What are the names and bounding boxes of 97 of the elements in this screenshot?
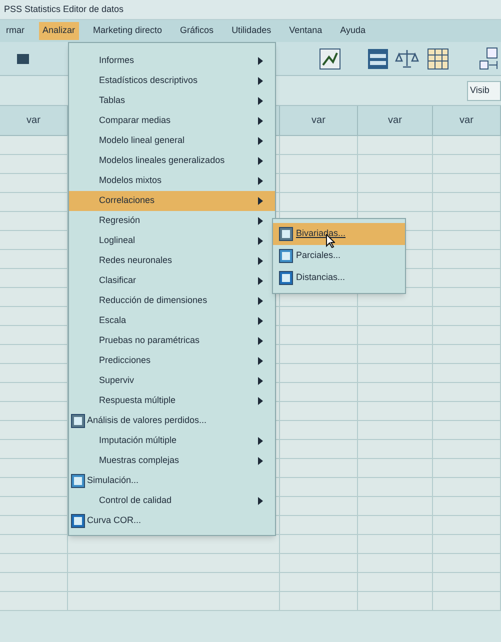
submenu-arrow-icon xyxy=(258,257,263,265)
menu-option[interactable]: Simulación... xyxy=(69,471,275,491)
menu-item[interactable]: Ventana xyxy=(285,22,326,40)
menu-option[interactable]: Informes xyxy=(69,51,275,71)
toolbar-icon[interactable] xyxy=(16,52,30,66)
column-header: var xyxy=(433,106,501,135)
chart-icon[interactable] xyxy=(319,48,341,70)
menu-item[interactable]: rmar xyxy=(2,22,28,40)
submenu-arrow-icon xyxy=(258,117,263,125)
menu-option[interactable]: Control de calidad xyxy=(69,491,275,511)
command-icon xyxy=(71,414,85,428)
menu-option-label: Redes neuronales xyxy=(98,254,172,268)
submenu-arrow-icon xyxy=(258,137,263,145)
menu-option-label: Comparar medias xyxy=(98,114,171,128)
submenu-option-label: Distancias... xyxy=(296,271,346,284)
submenu-arrow-icon xyxy=(258,177,263,185)
submenu-arrow-icon xyxy=(258,457,263,465)
menu-option-label: Control de calidad xyxy=(98,494,172,508)
scale-icon[interactable] xyxy=(395,48,419,70)
submenu-option-label: Parciales... xyxy=(296,249,341,262)
menu-option-label: Informes xyxy=(98,54,134,68)
submenu-option[interactable]: Parciales... xyxy=(273,245,405,267)
column-header: var xyxy=(358,106,433,135)
menu-option[interactable]: Escala xyxy=(69,311,275,331)
submenu-arrow-icon xyxy=(258,357,263,365)
submenu-arrow-icon xyxy=(258,277,263,285)
menu-option[interactable]: Comparar medias xyxy=(69,111,275,131)
window-title: PSS Statistics Editor de datos xyxy=(4,2,124,16)
grid-icon[interactable] xyxy=(427,48,449,70)
command-icon xyxy=(71,474,85,488)
submenu-arrow-icon xyxy=(258,217,263,225)
submenu-arrow-icon xyxy=(258,377,263,385)
menu-option[interactable]: Imputación múltiple xyxy=(69,431,275,451)
menu-option-label: Correlaciones xyxy=(98,194,155,208)
value-labels-icon[interactable] xyxy=(479,46,499,70)
menu-option[interactable]: Curva COR... xyxy=(69,511,275,531)
menu-option-label: Loglineal xyxy=(98,234,136,248)
submenu-arrow-icon xyxy=(258,97,263,105)
menu-option[interactable]: Reducción de dimensiones xyxy=(69,291,275,311)
visible-field: Visib xyxy=(467,80,501,100)
submenu-arrow-icon xyxy=(258,437,263,445)
submenu-arrow-icon xyxy=(258,297,263,305)
submenu-arrow-icon xyxy=(258,77,263,85)
menu-option-label: Muestras complejas xyxy=(98,454,180,468)
submenu-arrow-icon xyxy=(258,57,263,65)
menu-option-label: Modelos mixtos xyxy=(98,174,162,188)
table-icon[interactable] xyxy=(367,48,389,70)
submenu-arrow-icon xyxy=(258,337,263,345)
menu-option-label: Tablas xyxy=(98,94,126,108)
command-icon xyxy=(279,249,293,263)
command-icon xyxy=(279,271,293,285)
command-icon xyxy=(71,514,85,528)
menu-option-label: Respuesta múltiple xyxy=(98,394,176,408)
submenu-arrow-icon xyxy=(258,317,263,325)
menu-option[interactable]: Modelo lineal general xyxy=(69,131,275,151)
menu-option-label: Pruebas no paramétricas xyxy=(98,334,200,348)
menu-option-label: Reducción de dimensiones xyxy=(98,294,208,308)
submenu-option[interactable]: Bivariadas... xyxy=(273,223,405,245)
menu-option-label: Modelo lineal general xyxy=(98,134,185,148)
menu-item[interactable]: Ayuda xyxy=(336,22,370,40)
menu-option[interactable]: Muestras complejas xyxy=(69,451,275,471)
menu-option[interactable]: Predicciones xyxy=(69,351,275,371)
menu-option-label: Análisis de valores perdidos... xyxy=(87,414,207,428)
submenu-arrow-icon xyxy=(258,497,263,505)
menu-item[interactable]: Analizar xyxy=(38,22,80,40)
menu-option-label: Modelos lineales generalizados xyxy=(98,154,225,168)
menu-option[interactable]: Respuesta múltiple xyxy=(69,391,275,411)
menu-option-label: Clasificar xyxy=(98,274,136,288)
menu-option-label: Superviv xyxy=(98,374,134,388)
submenu-arrow-icon xyxy=(258,197,263,205)
menu-option[interactable]: Correlaciones xyxy=(69,191,275,211)
menu-option-label: Imputación múltiple xyxy=(98,434,177,448)
menu-option-label: Regresión xyxy=(98,214,140,228)
submenu-arrow-icon xyxy=(258,157,263,165)
menu-option[interactable]: Estadísticos descriptivos xyxy=(69,71,275,91)
menu-item[interactable]: Gráficos xyxy=(176,22,218,40)
menu-item[interactable]: Marketing directo xyxy=(89,22,166,40)
menu-option-label: Predicciones xyxy=(98,354,151,368)
menu-option[interactable]: Modelos mixtos xyxy=(69,171,275,191)
column-header: var xyxy=(280,106,358,135)
menu-option[interactable]: Tablas xyxy=(69,91,275,111)
menu-option-label: Estadísticos descriptivos xyxy=(98,74,198,88)
menu-option[interactable]: Superviv xyxy=(69,371,275,391)
menu-option[interactable]: Análisis de valores perdidos... xyxy=(69,411,275,431)
menu-option[interactable]: Pruebas no paramétricas xyxy=(69,331,275,351)
submenu-arrow-icon xyxy=(258,237,263,245)
menu-option[interactable]: Modelos lineales generalizados xyxy=(69,151,275,171)
menu-option-label: Escala xyxy=(98,314,126,328)
menu-option[interactable]: Redes neuronales xyxy=(69,251,275,271)
submenu-arrow-icon xyxy=(258,397,263,405)
command-icon xyxy=(279,227,293,241)
submenu-option[interactable]: Distancias... xyxy=(273,267,405,289)
menu-option-label: Curva COR... xyxy=(87,514,142,528)
menu-option-label: Simulación... xyxy=(87,474,139,488)
menu-item[interactable]: Utilidades xyxy=(228,22,276,40)
menu-option[interactable]: Clasificar xyxy=(69,271,275,291)
submenu-option-label: Bivariadas... xyxy=(296,227,346,240)
